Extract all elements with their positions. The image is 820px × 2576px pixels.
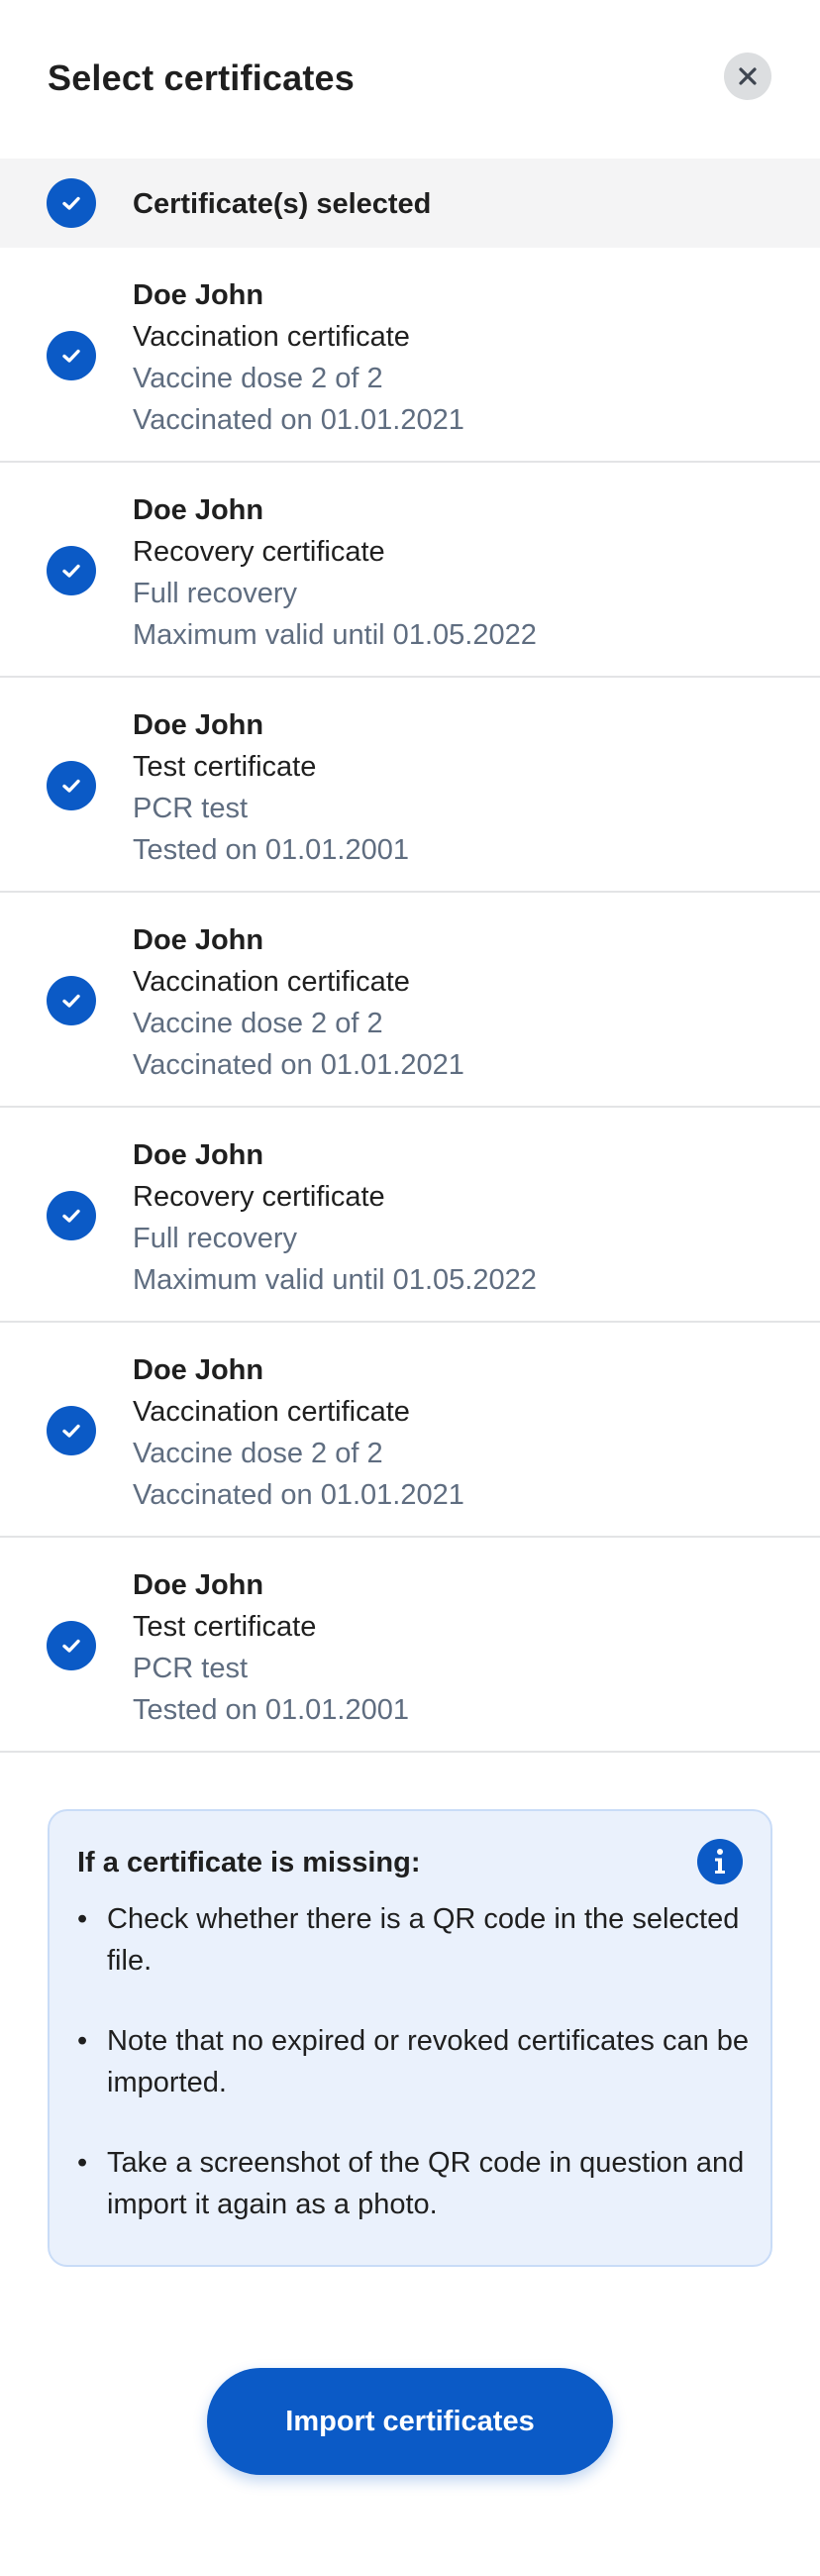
certificate-item[interactable]: Doe John Test certificate PCR test Teste… bbox=[0, 678, 820, 893]
certificate-date: Maximum valid until 01.05.2022 bbox=[133, 1264, 537, 1296]
page-title: Select certificates bbox=[48, 57, 355, 98]
info-box-title: If a certificate is missing: bbox=[77, 1847, 421, 1878]
certificate-checkbox[interactable] bbox=[47, 331, 96, 380]
certificate-date: Tested on 01.01.2001 bbox=[133, 834, 409, 866]
certificate-type: Test certificate bbox=[133, 1611, 317, 1643]
certificate-detail: Full recovery bbox=[133, 1223, 297, 1254]
certificate-checkbox[interactable] bbox=[47, 546, 96, 595]
certificate-detail: Vaccine dose 2 of 2 bbox=[133, 363, 383, 394]
certificate-checkbox[interactable] bbox=[47, 1191, 96, 1240]
info-list-item: • Note that no expired or revoked certifi… bbox=[77, 2025, 750, 2098]
certificate-holder-name: Doe John bbox=[133, 1569, 264, 1601]
checkmark-icon bbox=[62, 1639, 80, 1653]
certificate-date: Tested on 01.01.2001 bbox=[133, 1694, 409, 1726]
certificate-item[interactable]: Doe John Recovery certificate Full recov… bbox=[0, 463, 820, 678]
certificate-item[interactable]: Doe John Vaccination certificate Vaccine… bbox=[0, 248, 820, 463]
certificate-detail: PCR test bbox=[133, 1653, 249, 1684]
certificate-date: Maximum valid until 01.05.2022 bbox=[133, 619, 537, 651]
checkmark-icon bbox=[62, 779, 80, 793]
checkmark-icon bbox=[62, 994, 80, 1008]
certificate-holder-name: Doe John bbox=[133, 1139, 264, 1171]
certificate-detail: Vaccine dose 2 of 2 bbox=[133, 1008, 383, 1039]
checkmark-icon bbox=[62, 1424, 80, 1438]
certificate-item[interactable]: Doe John Vaccination certificate Vaccine… bbox=[0, 1323, 820, 1538]
certificate-checkbox[interactable] bbox=[47, 976, 96, 1025]
close-button[interactable] bbox=[724, 53, 771, 100]
checkmark-icon bbox=[62, 564, 80, 578]
select-all-label: Certificate(s) selected bbox=[133, 188, 432, 220]
certificate-checkbox[interactable] bbox=[47, 1406, 96, 1455]
dialog-header: Select certificates bbox=[0, 0, 820, 159]
info-list-item: • Check whether there is a QR code in the… bbox=[77, 1903, 740, 1977]
info-list: • Check whether there is a QR code in the… bbox=[77, 1898, 751, 2264]
certificate-checkbox[interactable] bbox=[47, 761, 96, 810]
close-icon bbox=[739, 67, 757, 85]
import-certificates-button[interactable]: Import certificates bbox=[207, 2368, 613, 2475]
certificate-holder-name: Doe John bbox=[133, 494, 264, 526]
checkmark-icon bbox=[62, 196, 80, 210]
certificate-detail: Full recovery bbox=[133, 578, 297, 609]
certificate-type: Vaccination certificate bbox=[133, 1396, 410, 1428]
certificate-holder-name: Doe John bbox=[133, 1354, 264, 1386]
certificate-checkbox[interactable] bbox=[47, 1621, 96, 1670]
certificate-holder-name: Doe John bbox=[133, 924, 264, 956]
info-icon bbox=[697, 1839, 743, 1884]
select-all-checkbox[interactable] bbox=[47, 178, 96, 228]
select-all-row[interactable]: Certificate(s) selected bbox=[0, 159, 820, 248]
certificate-list: Doe John Vaccination certificate Vaccine… bbox=[0, 248, 820, 1753]
certificate-date: Vaccinated on 01.01.2021 bbox=[133, 404, 464, 436]
missing-certificate-info-box: If a certificate is missing: • Check whet… bbox=[48, 1809, 772, 2267]
certificate-holder-name: Doe John bbox=[133, 279, 264, 311]
certificate-detail: Vaccine dose 2 of 2 bbox=[133, 1438, 383, 1469]
info-list-item: • Take a screenshot of the QR code in que… bbox=[77, 2147, 745, 2220]
certificate-date: Vaccinated on 01.01.2021 bbox=[133, 1049, 464, 1081]
certificate-type: Recovery certificate bbox=[133, 1181, 385, 1213]
certificate-item[interactable]: Doe John Test certificate PCR test Teste… bbox=[0, 1538, 820, 1753]
info-glyph bbox=[715, 1849, 725, 1874]
certificate-item[interactable]: Doe John Recovery certificate Full recov… bbox=[0, 1108, 820, 1323]
certificate-type: Recovery certificate bbox=[133, 536, 385, 568]
certificate-date: Vaccinated on 01.01.2021 bbox=[133, 1479, 464, 1511]
certificate-type: Vaccination certificate bbox=[133, 966, 410, 998]
certificate-detail: PCR test bbox=[133, 793, 249, 824]
certificate-item[interactable]: Doe John Vaccination certificate Vaccine… bbox=[0, 893, 820, 1108]
certificate-holder-name: Doe John bbox=[133, 709, 264, 741]
checkmark-icon bbox=[62, 1209, 80, 1223]
checkmark-icon bbox=[62, 349, 80, 363]
certificate-type: Test certificate bbox=[133, 751, 317, 783]
certificate-type: Vaccination certificate bbox=[133, 321, 410, 353]
